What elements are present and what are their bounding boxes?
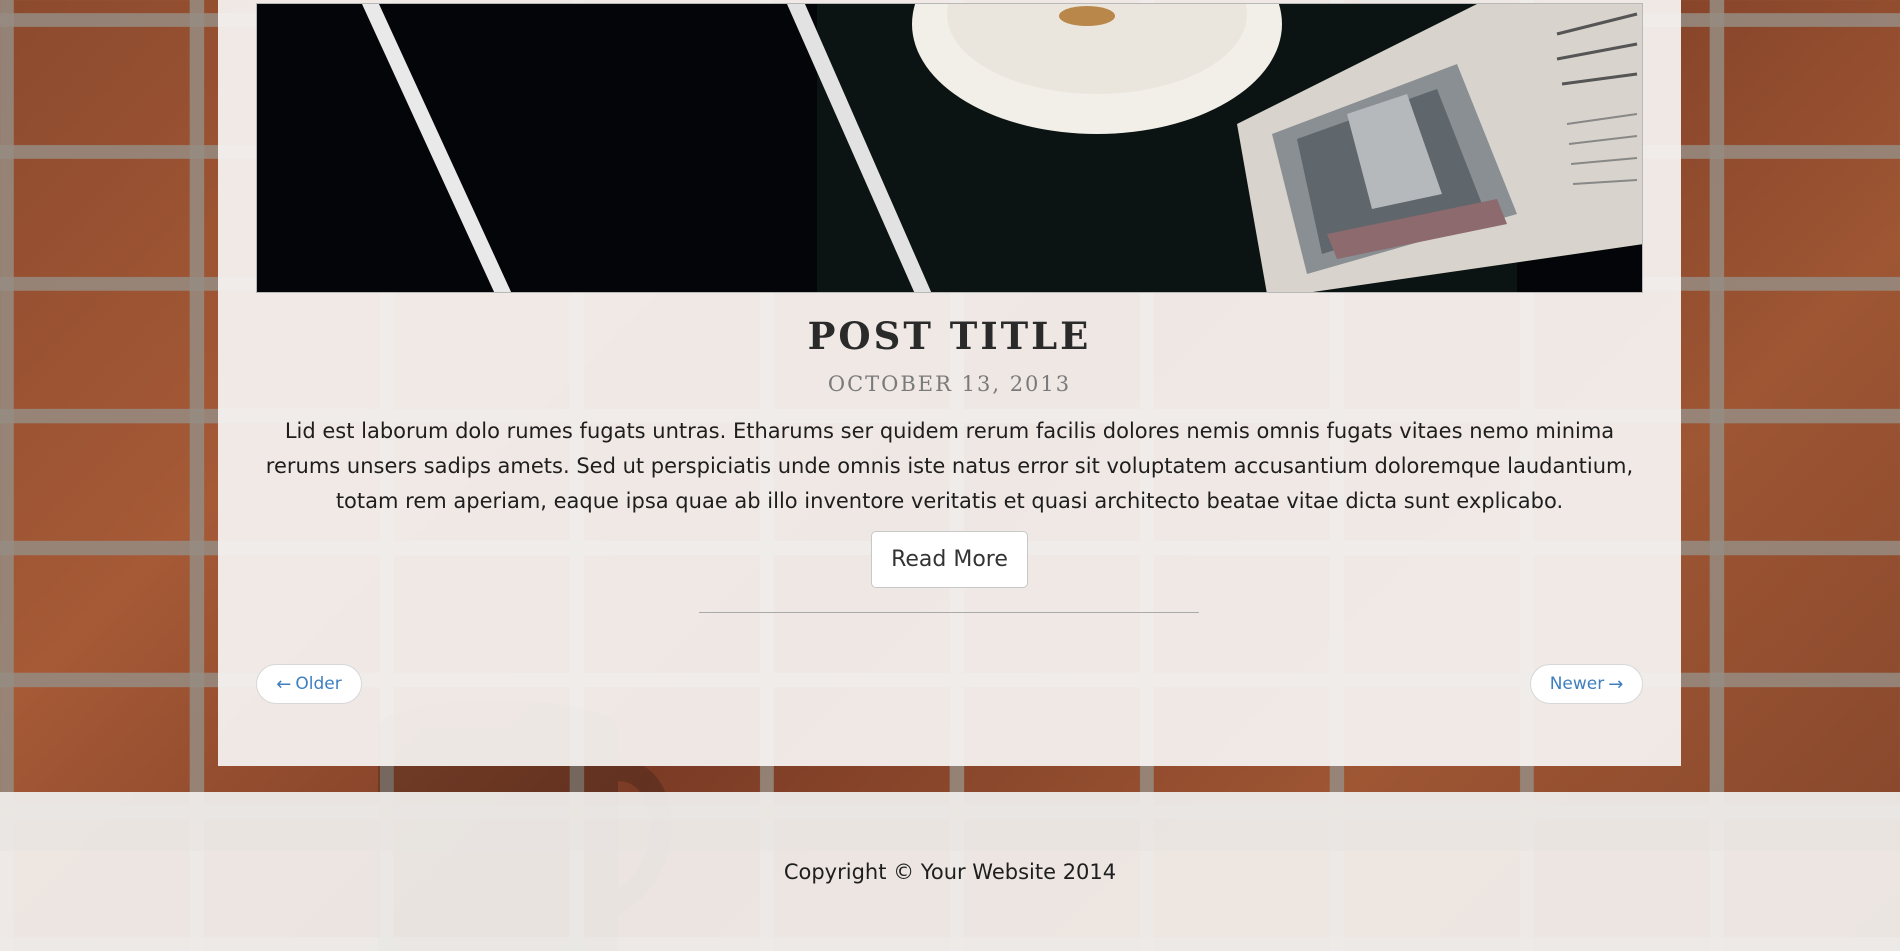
post-divider — [699, 612, 1199, 613]
photo-icon — [257, 4, 1642, 292]
post-container: POST TITLE OCTOBER 13, 2013 Lid est labo… — [218, 0, 1681, 766]
older-posts-button[interactable]: ← Older — [256, 664, 362, 704]
post-excerpt: Lid est laborum dolo rumes fugats untras… — [265, 419, 1634, 513]
post-title: POST TITLE — [807, 314, 1092, 358]
read-more-button[interactable]: Read More — [871, 531, 1028, 588]
arrow-right-icon: → — [1608, 673, 1624, 695]
older-label: Older — [295, 674, 342, 694]
footer-copyright: Copyright © Your Website 2014 — [783, 860, 1117, 884]
footer-shade — [0, 792, 1900, 851]
newer-posts-button[interactable]: Newer → — [1530, 664, 1643, 704]
arrow-left-icon: ← — [276, 673, 292, 695]
newer-label: Newer — [1549, 674, 1605, 694]
post-hero-image — [256, 3, 1643, 293]
post-date: OCTOBER 13, 2013 — [827, 372, 1072, 396]
